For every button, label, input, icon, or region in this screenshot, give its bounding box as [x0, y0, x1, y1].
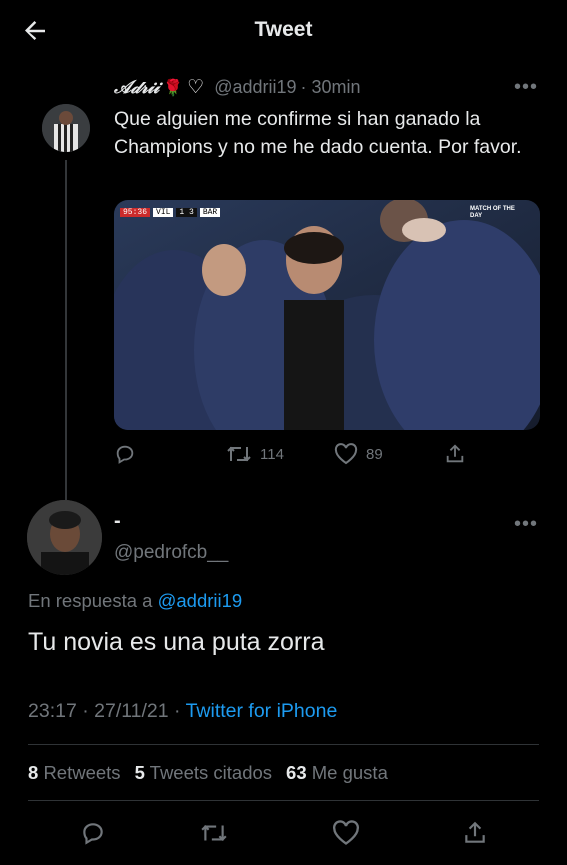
reply-button[interactable] — [114, 443, 144, 465]
like-button[interactable] — [332, 820, 360, 851]
share-icon — [465, 821, 485, 843]
reply-to-link[interactable]: @addrii19 — [158, 590, 243, 611]
share-icon — [446, 444, 464, 463]
tweet1-text: Que alguien me confirme si han ganado la… — [114, 108, 522, 158]
tweet2-text: Tu novia es una puta zorra — [28, 628, 325, 656]
likes-stat[interactable]: 63 Me gusta — [286, 762, 388, 784]
share-button[interactable] — [444, 443, 466, 465]
page-title: Tweet — [254, 18, 313, 41]
like-button[interactable]: 89 — [334, 443, 383, 465]
tweet-stats: 8 Retweets 5 Tweets citados 63 Me gusta — [28, 762, 388, 784]
avatar-image — [42, 104, 90, 152]
scoreboard: 95:36 VIL 1 3 BAR — [120, 208, 221, 217]
broadcaster-watermark: MATCH OF THE DAY — [470, 206, 515, 219]
avatar-image — [27, 500, 102, 575]
retweets-stat[interactable]: 8 Retweets — [28, 762, 121, 784]
source-link[interactable]: Twitter for iPhone — [186, 700, 338, 722]
reply-button[interactable] — [80, 820, 106, 851]
share-button[interactable] — [462, 820, 488, 851]
display-name[interactable]: - — [114, 510, 121, 533]
retweet-icon — [227, 446, 251, 462]
retweet-icon — [201, 825, 227, 841]
more-icon[interactable]: ••• — [514, 513, 538, 536]
handle[interactable]: @addrii19 — [214, 77, 296, 98]
more-icon[interactable]: ••• — [514, 76, 538, 99]
quotes-stat[interactable]: 5 Tweets citados — [135, 762, 272, 784]
divider — [28, 800, 539, 801]
reply-context: En respuesta a @addrii19 — [28, 590, 243, 611]
handle[interactable]: @pedrofcb__ — [114, 542, 228, 564]
thread-connector — [65, 160, 67, 500]
celebration-photo — [114, 200, 540, 430]
reply-icon — [83, 823, 103, 845]
avatar-pedrofcb[interactable] — [27, 500, 102, 575]
rose-icon: 🌹 — [163, 79, 184, 97]
tweet1-media[interactable]: 95:36 VIL 1 3 BAR MATCH OF THE DAY — [114, 200, 540, 430]
display-name[interactable]: 𝒜𝒹𝓇𝒾𝒾 — [114, 77, 159, 98]
like-icon — [334, 443, 358, 465]
top-bar: Tweet — [0, 0, 567, 62]
tweet-meta: 23:17 · 27/11/21 · Twitter for iPhone — [28, 700, 337, 723]
retweet-button[interactable] — [200, 820, 228, 851]
timestamp[interactable]: 23:17 · 27/11/21 · — [28, 700, 181, 722]
like-icon — [333, 820, 359, 845]
reply-icon — [116, 445, 134, 464]
avatar-addrii19[interactable] — [42, 104, 90, 152]
divider — [28, 744, 539, 745]
retweet-button[interactable]: 114 — [226, 443, 284, 465]
timestamp[interactable]: · 30min — [301, 77, 361, 98]
tweet1-header: 𝒜𝒹𝓇𝒾𝒾 🌹 ♡ @addrii19 · 30min — [114, 76, 361, 99]
heart-icon: ♡ — [187, 77, 205, 98]
